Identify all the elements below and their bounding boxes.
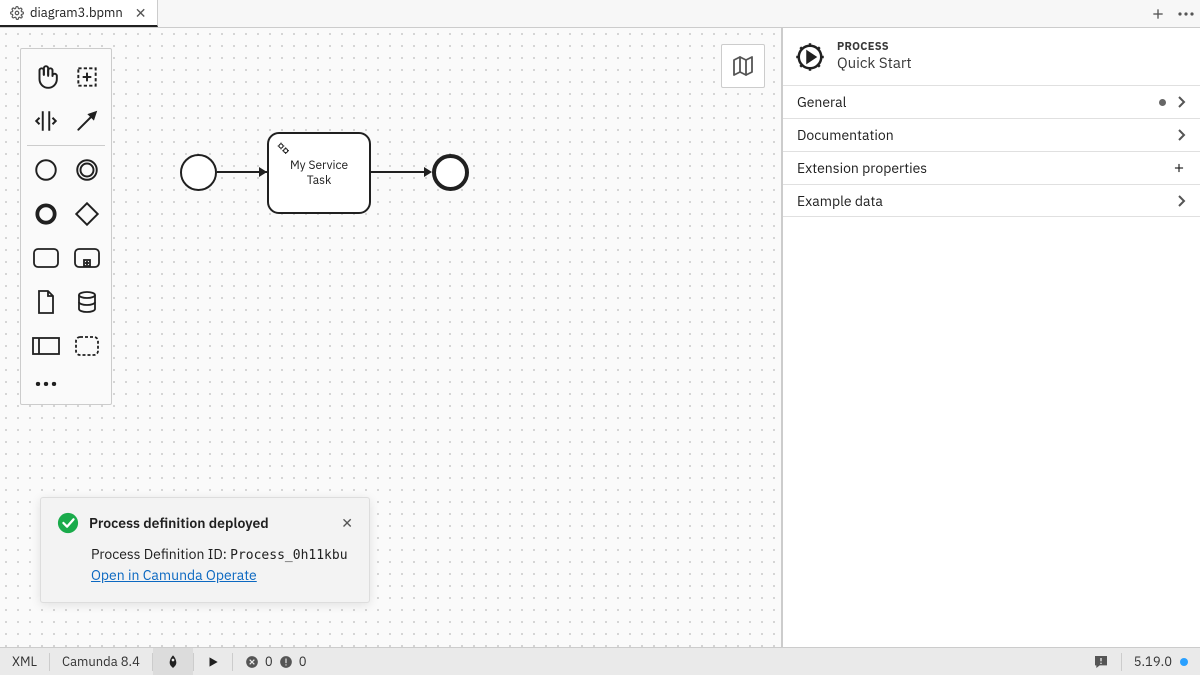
panel-overline: PROCESS [837,40,912,54]
tab-diagram[interactable]: diagram3.bpmn ✕ [0,0,158,27]
create-pool[interactable] [25,324,66,368]
bpmn-start-event[interactable] [180,154,217,191]
chevron-right-icon [1176,95,1186,109]
deploy-success-toast: Process definition deployed ✕ Process De… [40,497,370,604]
process-icon [795,42,825,72]
create-intermediate-event[interactable] [66,148,107,192]
version-indicator[interactable]: 5.19.0 [1122,648,1200,675]
toast-id-label: Process Definition ID: [91,545,230,563]
tab-overflow-button[interactable] [1172,0,1200,27]
palette-more[interactable]: ••• [25,368,107,398]
xml-toggle[interactable]: XML [0,648,49,675]
palette-separator [27,145,105,146]
tool-palette: ••• [20,48,112,405]
section-example-data[interactable]: Example data [783,184,1200,217]
panel-header: PROCESS Quick Start [783,28,1200,85]
bpmn-sequence-flow[interactable] [371,171,429,173]
toast-id-value: Process_0h11kbu [230,548,347,563]
section-label: General [797,93,846,111]
create-data-store[interactable] [66,280,107,324]
plus-icon[interactable] [1172,161,1186,175]
create-end-event[interactable] [25,192,66,236]
create-start-event[interactable] [25,148,66,192]
section-documentation[interactable]: Documentation [783,118,1200,151]
bpmn-task-label: My Service Task [290,158,348,188]
warning-icon [279,655,293,669]
success-icon [57,512,79,534]
hand-tool[interactable] [25,55,66,99]
problems-toggle[interactable]: 0 0 [233,648,319,675]
deploy-button[interactable] [153,648,193,675]
arrow-icon [424,167,432,177]
bpmn-service-task[interactable]: My Service Task [267,132,371,214]
version-text: 5.19.0 [1134,653,1172,670]
chevron-right-icon [1176,194,1186,208]
gear-icon [10,6,24,20]
bpmn-end-event[interactable] [432,154,469,191]
section-label: Documentation [797,126,894,144]
toast-title: Process definition deployed [89,514,269,532]
close-icon[interactable]: ✕ [341,514,353,532]
tab-bar: diagram3.bpmn ✕ [0,0,1200,28]
bpmn-canvas[interactable]: ••• My Service Task [0,28,781,647]
create-gateway[interactable] [66,192,107,236]
tab-title: diagram3.bpmn [30,4,123,21]
lasso-tool[interactable] [66,55,107,99]
feedback-button[interactable] [1081,648,1121,675]
minimap-toggle[interactable] [721,44,765,88]
warning-count: 0 [299,653,307,670]
canvas-wrap: ••• My Service Task [0,28,782,647]
section-general[interactable]: General [783,85,1200,118]
properties-panel: PROCESS Quick Start General Documentatio… [782,28,1200,647]
panel-title: Quick Start [837,54,912,73]
global-connect-tool[interactable] [66,99,107,143]
chevron-right-icon [1176,128,1186,142]
arrow-icon [259,167,267,177]
run-button[interactable] [194,648,232,675]
section-label: Extension properties [797,159,927,177]
create-data-object[interactable] [25,280,66,324]
create-group[interactable] [66,324,107,368]
space-tool[interactable] [25,99,66,143]
open-in-operate-link[interactable]: Open in Camunda Operate [91,566,257,584]
section-label: Example data [797,192,883,210]
create-task[interactable] [25,236,66,280]
new-tab-button[interactable] [1144,0,1172,27]
service-task-icon [275,140,291,156]
modified-dot-icon [1159,99,1166,106]
close-icon[interactable]: ✕ [135,4,147,22]
status-bar: XML Camunda 8.4 0 0 5.19.0 [0,647,1200,675]
update-dot-icon [1180,658,1188,666]
tab-spacer [158,0,1145,27]
error-count: 0 [265,653,273,670]
main-area: ••• My Service Task [0,28,1200,647]
platform-selector[interactable]: Camunda 8.4 [50,648,152,675]
create-subprocess[interactable] [66,236,107,280]
error-icon [245,655,259,669]
section-extension-properties[interactable]: Extension properties [783,151,1200,184]
